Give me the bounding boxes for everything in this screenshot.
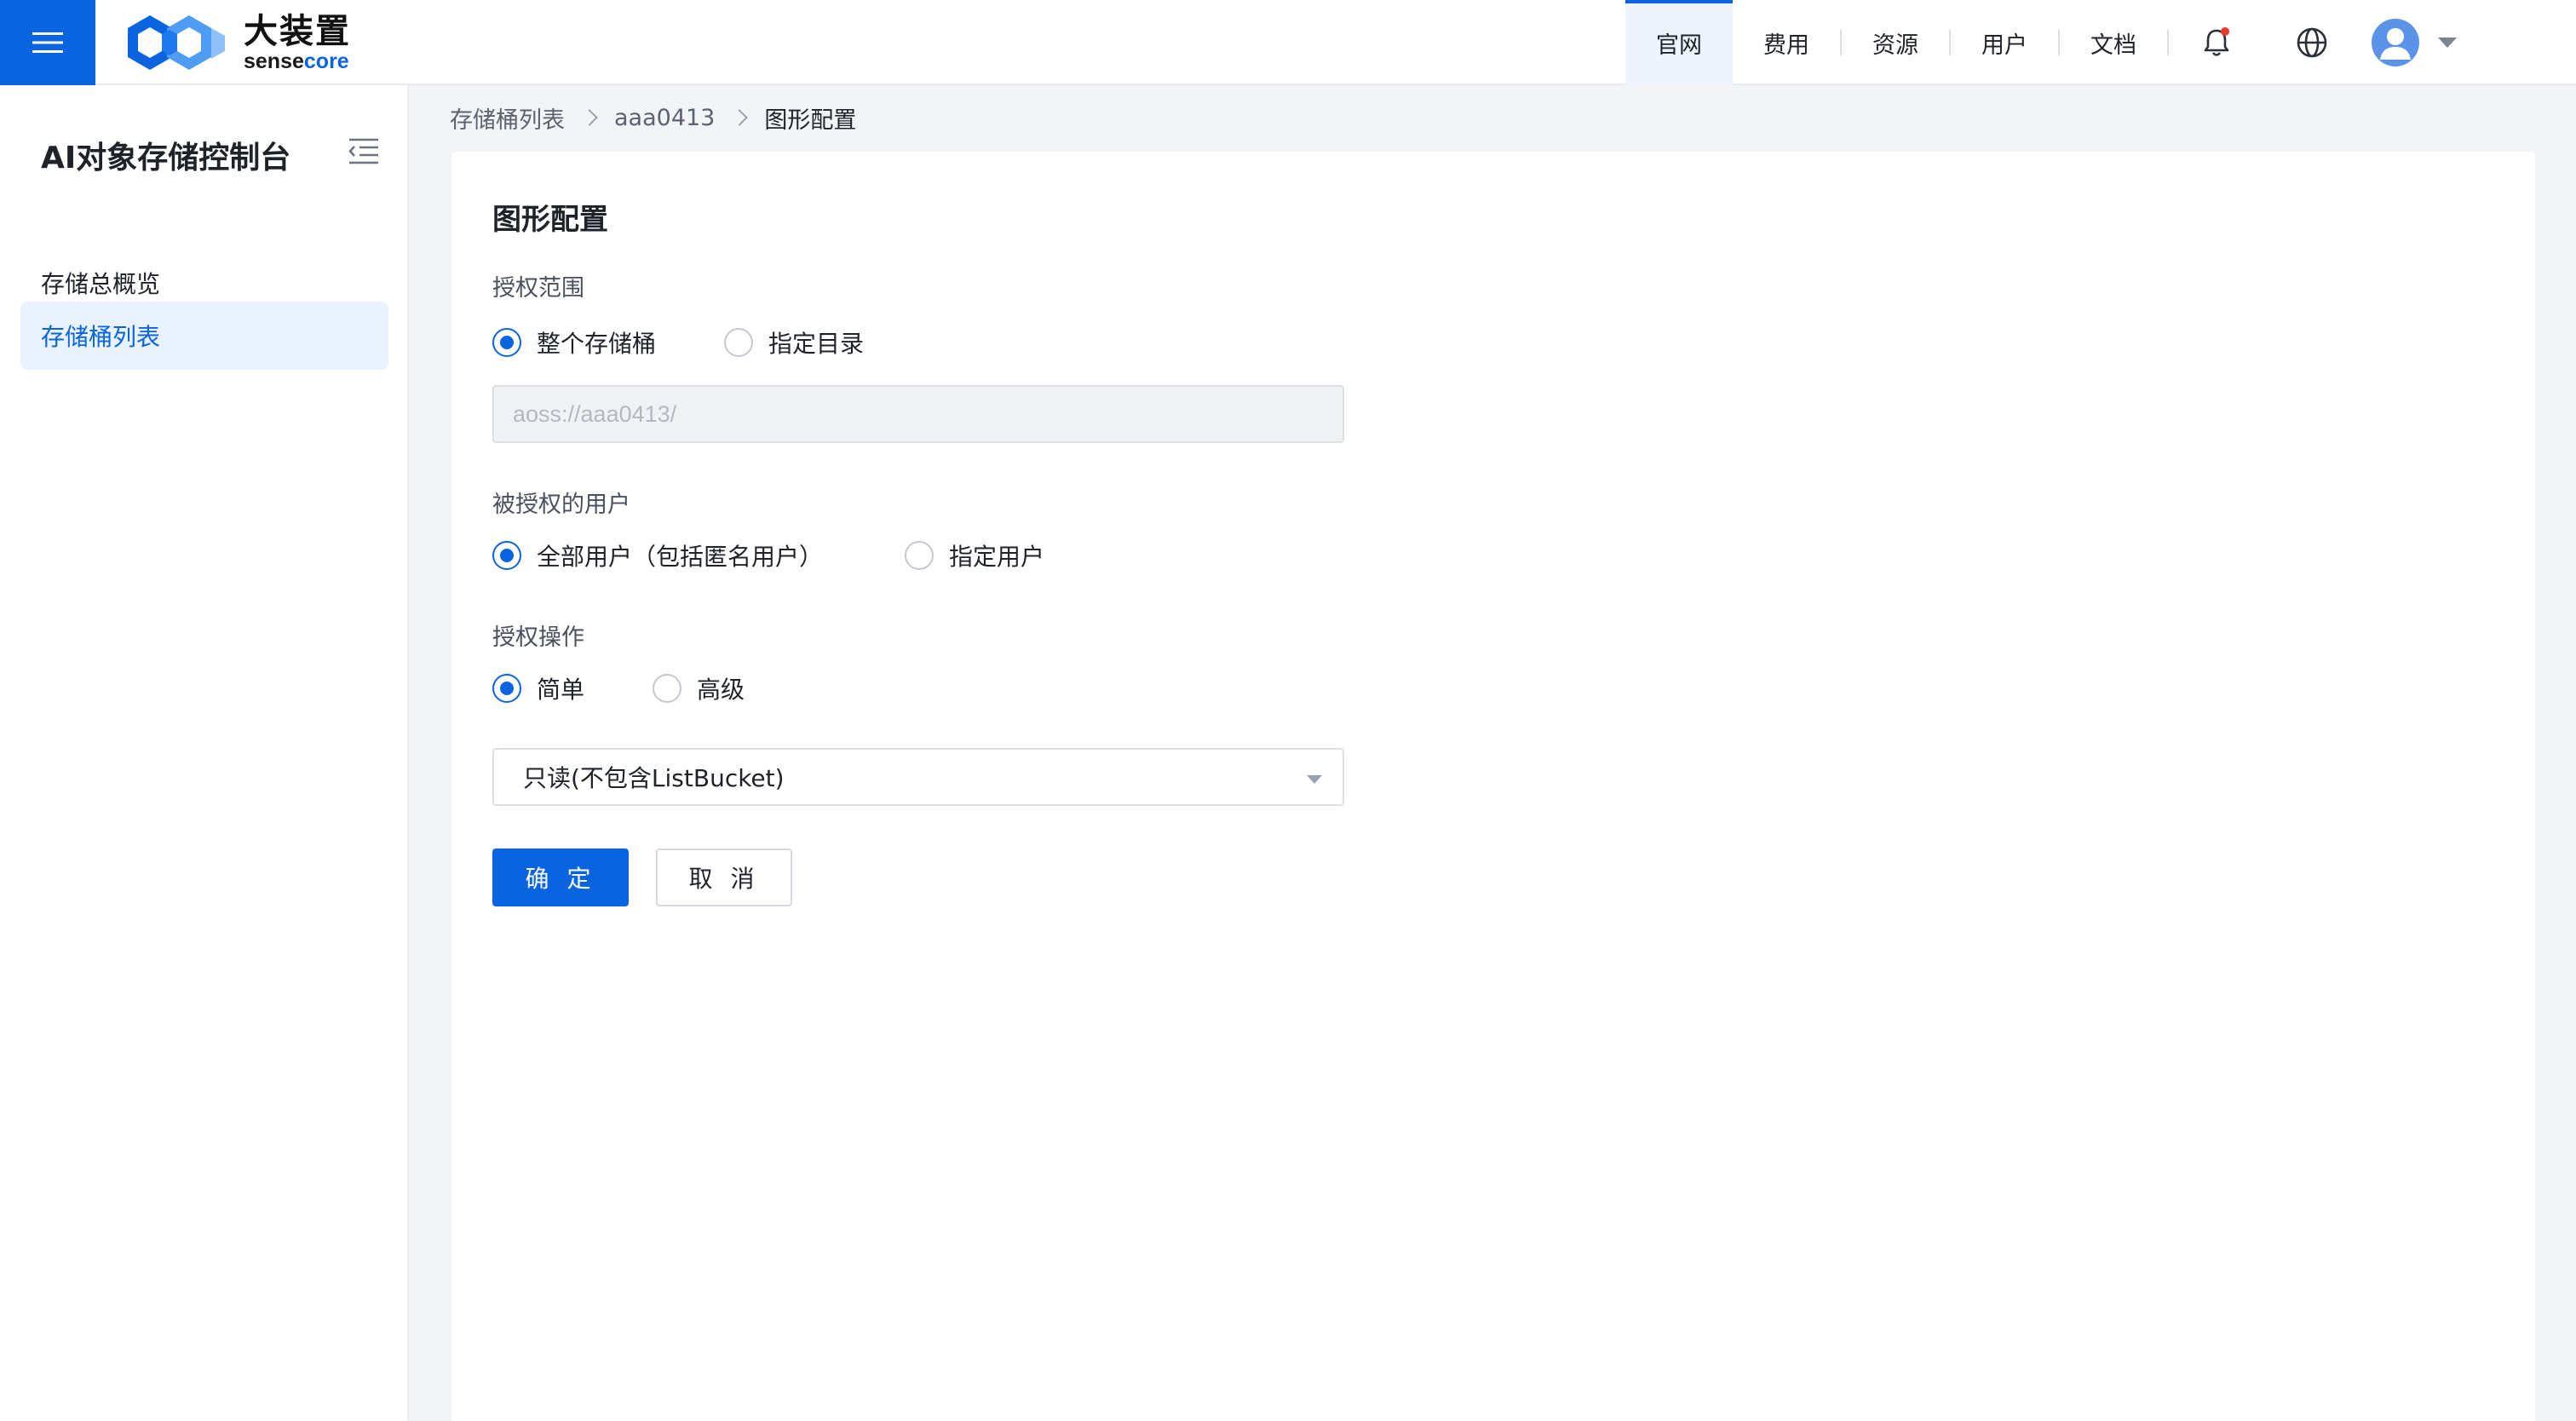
radio-all-users[interactable]: 全部用户（包括匿名用户） xyxy=(492,538,823,572)
nav-billing[interactable]: 费用 xyxy=(1733,0,1840,85)
nav-resources[interactable]: 资源 xyxy=(1842,0,1949,85)
authorized-users-label: 被授权的用户 xyxy=(492,492,630,518)
chevron-right-icon xyxy=(581,109,598,126)
radio-circle[interactable] xyxy=(492,328,521,357)
notification-dot xyxy=(2221,27,2229,36)
hamburger-menu-button[interactable] xyxy=(0,0,95,85)
bucket-path-input: aoss://aaa0413/ xyxy=(492,385,1344,443)
sidebar: AI对象存储控制台 存储总概览 存储桶列表 xyxy=(0,85,409,1421)
radio-circle[interactable] xyxy=(492,541,521,570)
confirm-button[interactable]: 确 定 xyxy=(492,849,629,906)
radio-specified-users[interactable]: 指定用户 xyxy=(905,538,1044,572)
radio-advanced[interactable]: 高级 xyxy=(653,671,745,705)
radio-circle[interactable] xyxy=(492,674,521,703)
hamburger-icon xyxy=(32,32,63,53)
cancel-button[interactable]: 取 消 xyxy=(656,849,792,906)
scope-radio-group: 整个存储桶 指定目录 xyxy=(492,325,932,360)
nav-users[interactable]: 用户 xyxy=(1951,0,2058,85)
brand-logo[interactable]: 大装置 sensecore xyxy=(124,12,351,73)
radio-label: 简单 xyxy=(537,676,585,704)
radio-circle[interactable] xyxy=(653,674,682,703)
radio-whole-bucket[interactable]: 整个存储桶 xyxy=(492,325,656,360)
user-menu[interactable] xyxy=(2360,19,2457,66)
caret-down-icon xyxy=(1307,775,1322,784)
console-title: AI对象存储控制台 xyxy=(41,141,291,175)
language-button[interactable] xyxy=(2264,0,2360,85)
top-navigation: 官网 费用 资源 用户 文档 xyxy=(1625,0,2457,85)
radio-label: 指定用户 xyxy=(949,543,1045,571)
radio-label: 全部用户（包括匿名用户） xyxy=(537,543,824,571)
notifications-button[interactable] xyxy=(2169,0,2264,85)
page-title: 图形配置 xyxy=(492,203,608,237)
sidebar-item-bucket-list[interactable]: 存储桶列表 xyxy=(20,302,388,370)
breadcrumb-bucket-name[interactable]: aaa0413 xyxy=(614,105,715,131)
operation-radio-group: 简单 高级 xyxy=(492,671,813,705)
chevron-right-icon xyxy=(731,109,749,126)
config-card: 图形配置 授权范围 整个存储桶 指定目录 aoss://aaa0413/ 被授权… xyxy=(451,152,2535,1421)
bell-icon xyxy=(2204,27,2229,56)
breadcrumb: 存储桶列表 aaa0413 图形配置 xyxy=(450,101,856,135)
nav-official-site[interactable]: 官网 xyxy=(1625,0,1733,85)
radio-label: 高级 xyxy=(697,676,745,704)
permission-select[interactable]: 只读(不包含ListBucket) xyxy=(492,748,1344,806)
permission-select-value: 只读(不包含ListBucket) xyxy=(523,764,785,792)
radio-circle[interactable] xyxy=(905,541,934,570)
top-bar: 大装置 sensecore 官网 费用 资源 用户 文档 xyxy=(0,0,2576,85)
brand-name-cn: 大装置 xyxy=(244,12,351,51)
brand-name-en: sensecore xyxy=(244,49,349,73)
radio-circle[interactable] xyxy=(724,328,754,357)
chevron-down-icon[interactable] xyxy=(2438,37,2457,48)
operation-label: 授权操作 xyxy=(492,624,584,651)
sensecore-logo-icon xyxy=(128,15,225,70)
globe-icon xyxy=(2297,27,2327,58)
scope-label: 授权范围 xyxy=(492,275,584,302)
radio-label: 指定目录 xyxy=(768,330,865,358)
user-icon xyxy=(2380,28,2411,60)
nav-docs[interactable]: 文档 xyxy=(2060,0,2167,85)
collapse-sidebar-icon[interactable] xyxy=(346,135,382,169)
radio-label: 整个存储桶 xyxy=(537,330,657,358)
breadcrumb-current: 图形配置 xyxy=(764,106,857,134)
radio-specified-directory[interactable]: 指定目录 xyxy=(724,325,864,360)
breadcrumb-bucket-list[interactable]: 存储桶列表 xyxy=(450,101,565,135)
radio-simple[interactable]: 简单 xyxy=(492,671,584,705)
users-radio-group: 全部用户（包括匿名用户） 指定用户 xyxy=(492,538,1113,572)
avatar[interactable] xyxy=(2372,19,2419,66)
